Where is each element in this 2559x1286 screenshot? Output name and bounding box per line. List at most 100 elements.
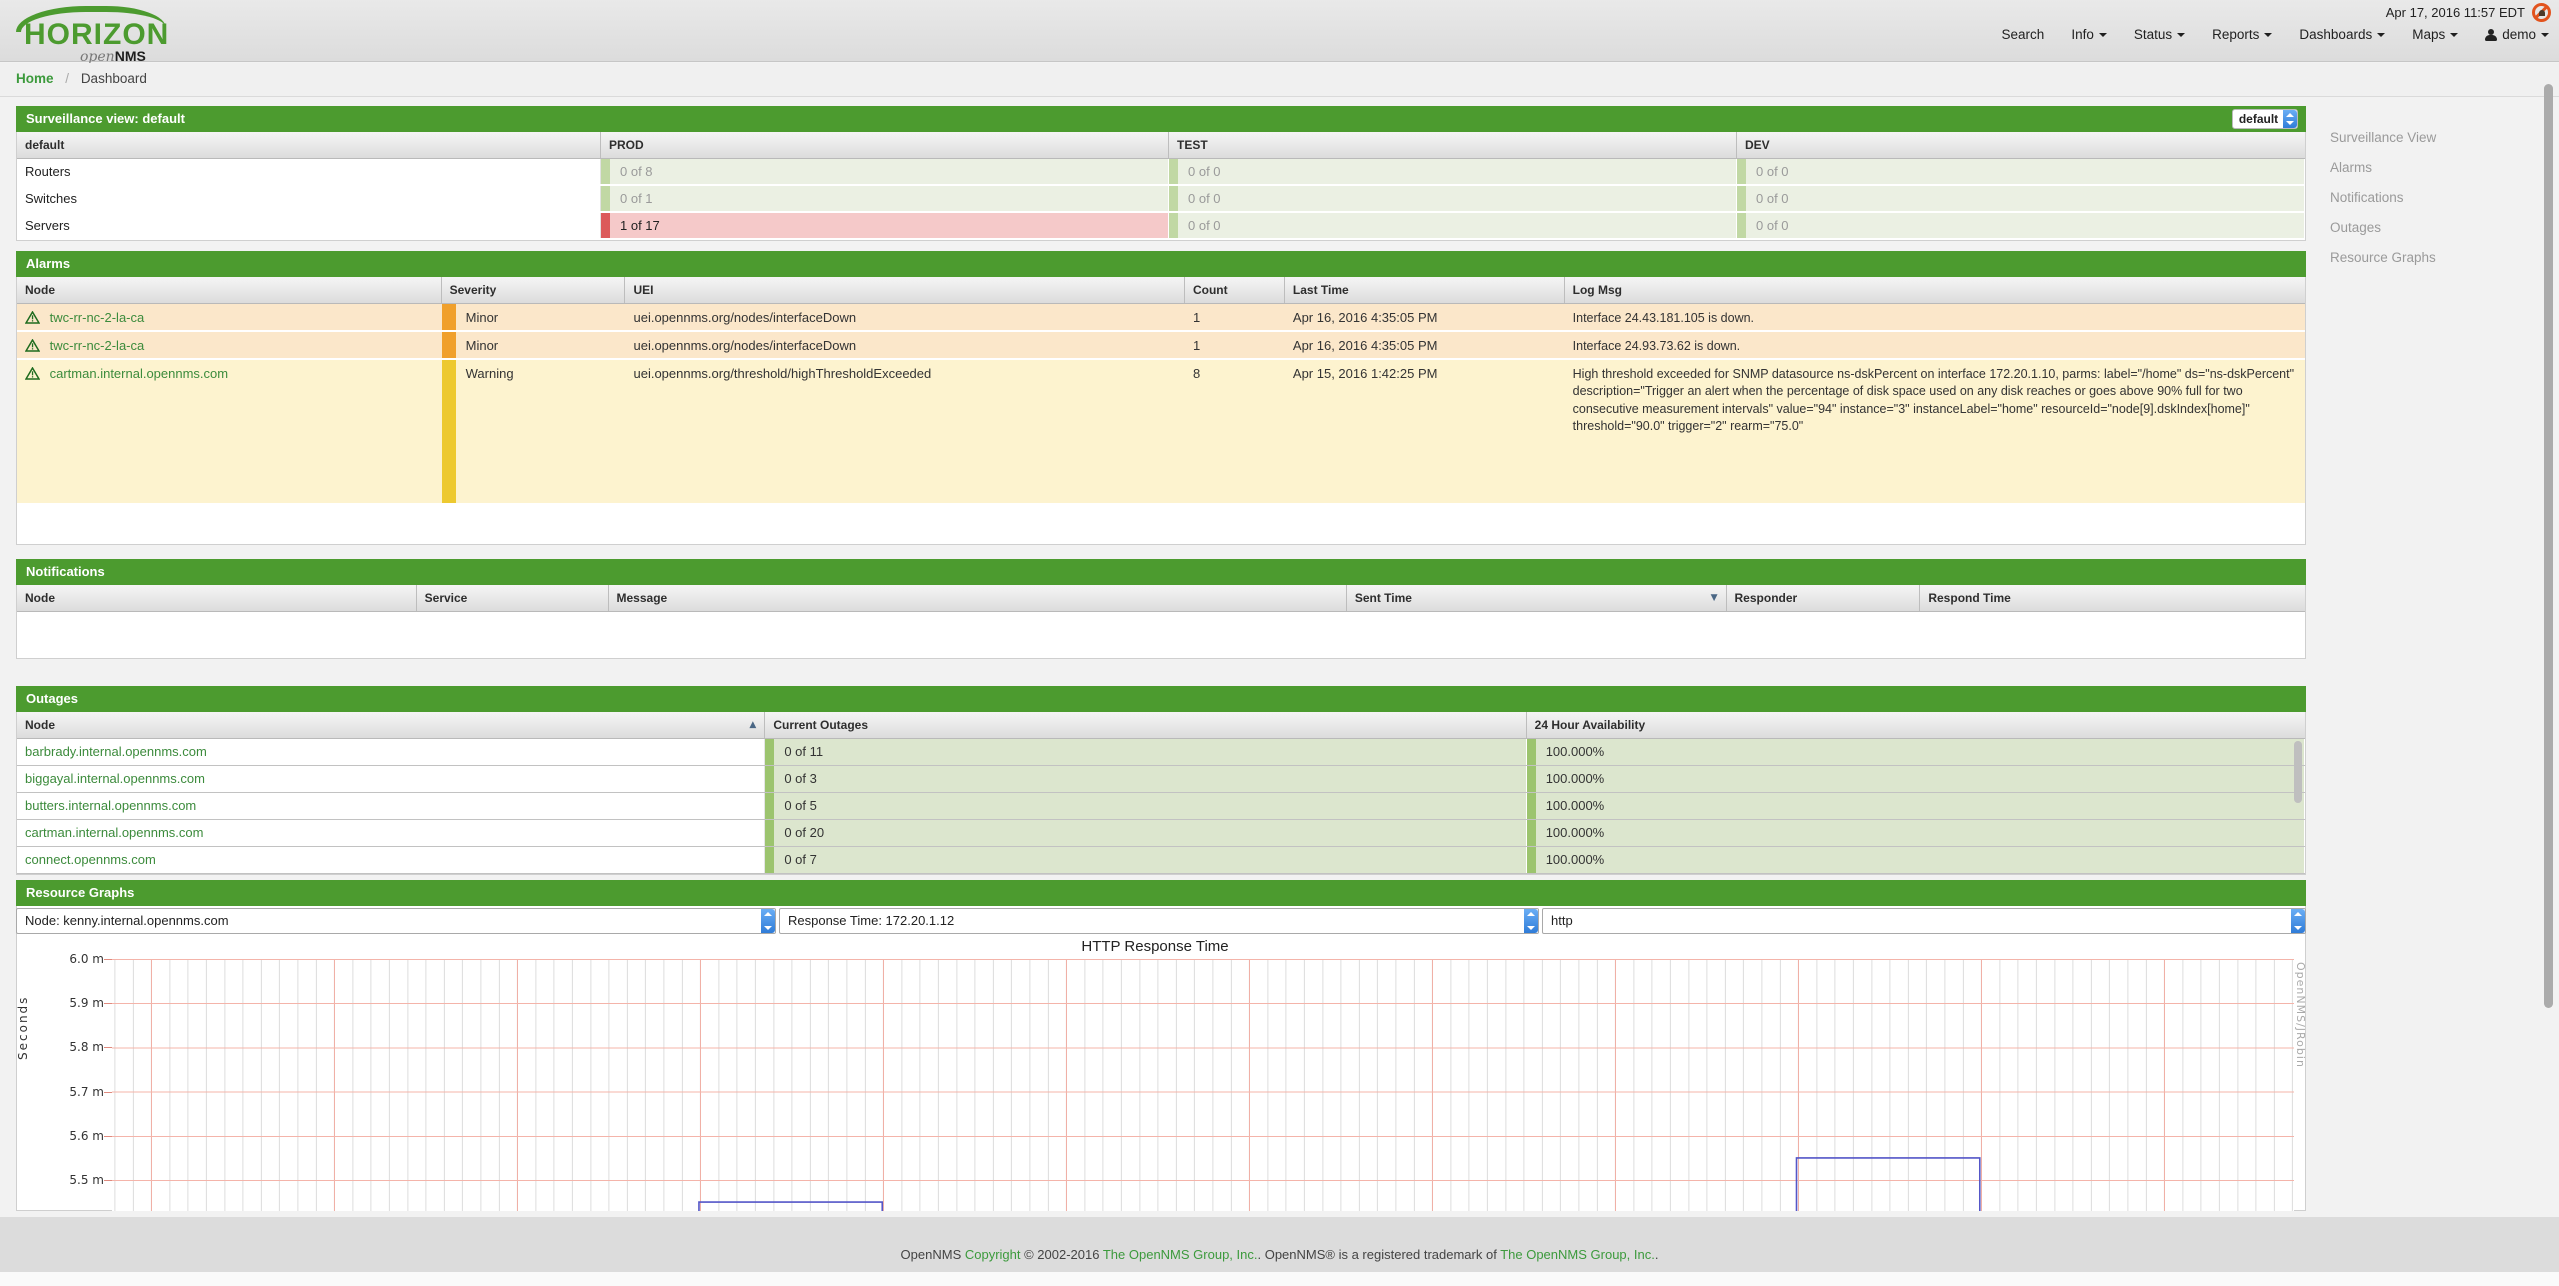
alarm-node: twc-rr-nc-2-la-ca [17,304,442,330]
alarms-panel: Alarms Node Severity UEI Count Last Time… [16,251,2306,545]
alarm-count: 8 [1185,360,1285,503]
nav-info[interactable]: Info [2071,27,2107,42]
availability-cell: 100.000% [1527,847,2305,873]
opennms-group-link[interactable]: The OpenNMS Group, Inc. [1103,1247,1258,1262]
row-label: Servers [17,213,601,238]
table-row[interactable]: Routers 0 of 8 0 of 0 0 of 0 [17,159,2305,186]
current-datetime: Apr 17, 2016 11:57 EDT [2386,5,2525,20]
nav-reports[interactable]: Reports [2212,27,2272,42]
main-navigation: Search Info Status Reports Dashboards Ma… [1975,27,2549,42]
col-last-time[interactable]: Last Time [1285,277,1565,303]
nav-user-menu[interactable]: demo [2485,27,2549,42]
graph-selector[interactable]: http [1542,908,2306,934]
alarm-node: twc-rr-nc-2-la-ca [17,332,442,358]
outage-row[interactable]: connect.opennms.com 0 of 7 100.000% [17,847,2305,874]
alarm-row[interactable]: twc-rr-nc-2-la-ca Minor uei.opennms.org/… [17,304,2305,332]
alarm-log-msg: Interface 24.43.181.105 is down. [1565,304,2305,330]
chevron-down-icon [2264,33,2272,37]
sort-asc-icon[interactable]: ▲ [749,712,756,738]
sidebar-item-alarms[interactable]: Alarms [2330,160,2372,175]
outage-row[interactable]: butters.internal.opennms.com 0 of 5 100.… [17,793,2305,820]
breadcrumb: Home / Dashboard [0,63,2559,86]
alarm-uei: uei.opennms.org/nodes/interfaceDown [625,304,1185,330]
chevron-down-icon [2377,33,2385,37]
notices-off-icon[interactable] [2532,3,2551,22]
node-link[interactable]: butters.internal.opennms.com [25,798,196,813]
col-service[interactable]: Service [417,585,609,611]
col-node[interactable]: Node [17,277,442,303]
col-responder[interactable]: Responder [1727,585,1921,611]
col-severity[interactable]: Severity [442,277,626,303]
col-node[interactable]: Node [17,585,417,611]
alarm-uei: uei.opennms.org/nodes/interfaceDown [625,332,1185,358]
current-outages-cell: 0 of 11 [765,739,1526,765]
copyright-link[interactable]: Copyright [965,1247,1021,1262]
status-cell-critical[interactable]: 1 of 17 [601,213,1169,238]
sidebar-item-notifications[interactable]: Notifications [2330,190,2404,205]
table-row[interactable]: Servers 1 of 17 0 of 0 0 of 0 [17,213,2305,240]
col-count[interactable]: Count [1185,277,1285,303]
col-prod[interactable]: PROD [601,132,1169,158]
surveillance-table-header: default PROD TEST DEV [17,132,2305,159]
col-respond-time[interactable]: Respond Time [1920,585,2305,611]
nav-search[interactable]: Search [2002,27,2045,42]
table-row[interactable]: Switches 0 of 1 0 of 0 0 of 0 [17,186,2305,213]
breadcrumb-home-link[interactable]: Home [16,71,54,86]
col-test[interactable]: TEST [1169,132,1737,158]
col-default[interactable]: default [17,132,601,158]
sort-desc-icon[interactable]: ▼ [1711,585,1718,611]
status-cell[interactable]: 0 of 0 [1169,186,1737,211]
col-dev[interactable]: DEV [1737,132,2305,158]
outage-row[interactable]: barbrady.internal.opennms.com 0 of 11 10… [17,739,2305,766]
nav-status[interactable]: Status [2134,27,2185,42]
outage-row[interactable]: biggayal.internal.opennms.com 0 of 3 100… [17,766,2305,793]
surveillance-view-selector[interactable]: default [2232,109,2298,129]
row-label: Switches [17,186,601,211]
sidebar-item-surveillance-view[interactable]: Surveillance View [2330,130,2436,145]
node-link[interactable]: barbrady.internal.opennms.com [25,744,207,759]
col-message[interactable]: Message [609,585,1347,611]
alert-triangle-icon [25,339,40,352]
node-link[interactable]: twc-rr-nc-2-la-ca [50,338,145,353]
col-log-msg[interactable]: Log Msg [1565,277,2305,303]
page-footer: OpenNMS Copyright © 2002-2016 The OpenNM… [0,1217,2559,1272]
node-link[interactable]: biggayal.internal.opennms.com [25,771,205,786]
alarm-row[interactable]: twc-rr-nc-2-la-ca Minor uei.opennms.org/… [17,332,2305,360]
nav-maps[interactable]: Maps [2412,27,2458,42]
col-current-outages[interactable]: Current Outages [765,712,1526,738]
status-cell[interactable]: 0 of 0 [1169,159,1737,184]
status-cell[interactable]: 0 of 0 [1737,159,2305,184]
sidebar-item-outages[interactable]: Outages [2330,220,2381,235]
outages-table-scrollbar[interactable] [2294,741,2302,803]
outage-row[interactable]: cartman.internal.opennms.com 0 of 20 100… [17,820,2305,847]
sidebar-item-resource-graphs[interactable]: Resource Graphs [2330,250,2436,265]
node-link[interactable]: connect.opennms.com [25,852,156,867]
status-cell[interactable]: 0 of 0 [1737,213,2305,238]
horizon-opennms-logo[interactable]: HORIZON openNMS [14,4,204,60]
window-scrollbar[interactable] [2544,84,2553,1008]
notifications-header: Notifications [16,559,2306,585]
alert-triangle-icon [25,367,40,380]
node-link[interactable]: twc-rr-nc-2-la-ca [50,310,145,325]
col-sent-time[interactable]: Sent Time ▼ [1347,585,1727,611]
status-cell[interactable]: 0 of 0 [1169,213,1737,238]
y-axis-tick-label: 5.8 m [38,1040,104,1054]
col-node[interactable]: Node ▲ [17,712,765,738]
surveillance-view-header: Surveillance view: default default [16,106,2306,132]
current-outages-cell: 0 of 3 [765,766,1526,792]
alarm-row[interactable]: cartman.internal.opennms.com Warning uei… [17,360,2305,505]
status-cell[interactable]: 0 of 8 [601,159,1169,184]
node-link[interactable]: cartman.internal.opennms.com [25,825,203,840]
breadcrumb-current: Dashboard [81,71,147,86]
node-link[interactable]: cartman.internal.opennms.com [50,366,228,381]
chart-watermark: OpenNMS/JRobin [2294,962,2307,1068]
nav-dashboards[interactable]: Dashboards [2299,27,2385,42]
outages-table-header: Node ▲ Current Outages 24 Hour Availabil… [17,712,2305,739]
opennms-group-link[interactable]: The OpenNMS Group, Inc. [1500,1247,1655,1262]
resource-selector[interactable]: Response Time: 172.20.1.12 [779,908,1539,934]
node-selector[interactable]: Node: kenny.internal.opennms.com [16,908,776,934]
status-cell[interactable]: 0 of 1 [601,186,1169,211]
status-cell[interactable]: 0 of 0 [1737,186,2305,211]
col-24h-availability[interactable]: 24 Hour Availability [1527,712,2305,738]
col-uei[interactable]: UEI [625,277,1185,303]
